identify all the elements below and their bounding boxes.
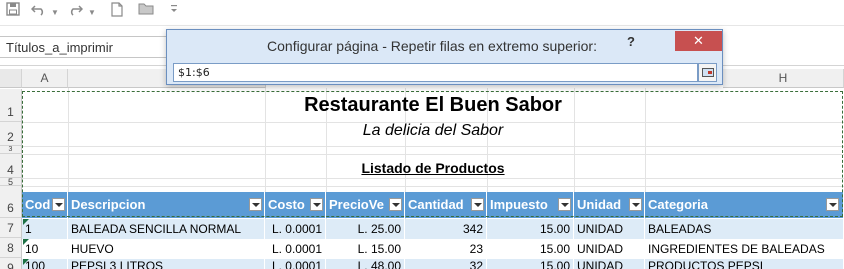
header-unidad[interactable]: Unidad	[574, 192, 645, 218]
quick-access-toolbar: ▼ ▼	[0, 0, 844, 26]
table-cell[interactable]: PRODUCTOS PEPSI	[645, 259, 844, 269]
table-cell[interactable]: 23	[405, 239, 487, 259]
header-categoria[interactable]: Categoria	[645, 192, 844, 218]
gridline	[22, 186, 844, 187]
table-cell[interactable]: UNIDAD	[574, 239, 645, 259]
table-cell[interactable]: UNIDAD	[574, 259, 645, 269]
filter-dropdown-icon[interactable]	[558, 198, 571, 211]
header-cantidad[interactable]: Cantidad	[405, 192, 487, 218]
table-cell[interactable]: INGREDIENTES DE BALEADAS	[645, 239, 844, 259]
table-cell[interactable]: BALEADA SENCILLA NORMAL	[68, 219, 265, 239]
row-header-3[interactable]: 3	[0, 146, 22, 154]
undo-dropdown-icon[interactable]: ▼	[51, 8, 59, 17]
undo-icon[interactable]	[30, 2, 48, 22]
header-label: Descripcion	[71, 197, 146, 212]
table-cell[interactable]: UNIDAD	[574, 219, 645, 239]
sheet-title: Restaurante El Buen Sabor	[304, 94, 562, 116]
table-cell[interactable]: L. 0.0001	[265, 239, 326, 259]
table-cell[interactable]: 15.00	[487, 259, 574, 269]
table-cell[interactable]: BALEADAS	[645, 219, 844, 239]
customize-toolbar-icon[interactable]	[168, 2, 180, 22]
header-label: Cod	[25, 197, 51, 212]
table-cell[interactable]: L. 25.00	[326, 219, 405, 239]
row-header-8[interactable]: 8	[0, 238, 22, 258]
new-document-icon[interactable]	[108, 2, 126, 22]
table-cell[interactable]: 342	[405, 219, 487, 239]
open-folder-icon[interactable]	[136, 2, 158, 22]
error-indicator-icon	[23, 259, 29, 265]
range-reference-input[interactable]: $1:$6	[173, 63, 698, 82]
filter-dropdown-icon[interactable]	[471, 198, 484, 211]
expand-dialog-icon	[702, 68, 714, 77]
save-icon[interactable]	[4, 2, 22, 22]
table-cell[interactable]: L. 0.0001	[265, 259, 326, 269]
gridline	[22, 178, 844, 179]
table-cell[interactable]: L. 48.00	[326, 259, 405, 269]
close-button[interactable]: ✕	[675, 31, 722, 51]
dialog-title: Configurar página - Repetir filas en ext…	[267, 38, 597, 54]
header-label: Unidad	[577, 197, 622, 212]
table-cell[interactable]: 15.00	[487, 239, 574, 259]
header-costo[interactable]: Costo	[265, 192, 326, 218]
gridline	[22, 146, 844, 147]
redo-icon[interactable]	[66, 2, 84, 22]
row-header-6[interactable]: 6	[0, 186, 22, 218]
filter-dropdown-icon[interactable]	[310, 198, 323, 211]
header-label: PrecioVe	[329, 197, 384, 212]
table-cell[interactable]: L. 15.00	[326, 239, 405, 259]
table-cell[interactable]: 32	[405, 259, 487, 269]
table-cell[interactable]: PEPSI 3 LITROS	[68, 259, 265, 269]
row-header-7[interactable]: 7	[0, 218, 22, 238]
filter-dropdown-icon[interactable]	[826, 198, 839, 211]
header-cod[interactable]: Cod	[22, 192, 68, 218]
header-label: Categoria	[648, 197, 708, 212]
select-all-corner[interactable]	[0, 69, 22, 88]
table-cell[interactable]: HUEVO	[68, 239, 265, 259]
list-title: Listado de Productos	[361, 160, 505, 176]
header-descripcion[interactable]: Descripcion	[68, 192, 265, 218]
column-header-h[interactable]: H	[723, 69, 844, 88]
header-label: Cantidad	[408, 197, 464, 212]
row-header-5[interactable]: 5	[0, 178, 22, 187]
filter-dropdown-icon[interactable]	[52, 198, 65, 211]
row-header-4[interactable]: 4	[0, 154, 22, 178]
name-box[interactable]: Títulos_a_imprimir	[0, 36, 170, 58]
sheet-subtitle: La delicia del Sabor	[362, 122, 504, 139]
filter-dropdown-icon[interactable]	[389, 198, 402, 211]
filter-dropdown-icon[interactable]	[629, 198, 642, 211]
error-indicator-icon	[23, 219, 29, 225]
table-cell[interactable]: 15.00	[487, 219, 574, 239]
error-indicator-icon	[23, 239, 29, 245]
header-impuesto[interactable]: Impuesto	[487, 192, 574, 218]
redo-dropdown-icon[interactable]: ▼	[88, 8, 96, 17]
row-header-9[interactable]: 9	[0, 258, 22, 269]
header-label: Impuesto	[490, 197, 548, 212]
help-button[interactable]: ?	[627, 34, 635, 49]
page-setup-dialog: Configurar página - Repetir filas en ext…	[166, 29, 723, 85]
header-precioventa[interactable]: PrecioVe	[326, 192, 405, 218]
column-header-a[interactable]: A	[22, 69, 68, 88]
filter-dropdown-icon[interactable]	[249, 198, 262, 211]
gridline	[22, 154, 844, 155]
row-header-2[interactable]: 2	[0, 122, 22, 146]
expand-dialog-button[interactable]	[698, 63, 717, 82]
row-header-1[interactable]: 1	[0, 89, 22, 122]
table-cell[interactable]: L. 0.0001	[265, 219, 326, 239]
header-label: Costo	[268, 197, 305, 212]
